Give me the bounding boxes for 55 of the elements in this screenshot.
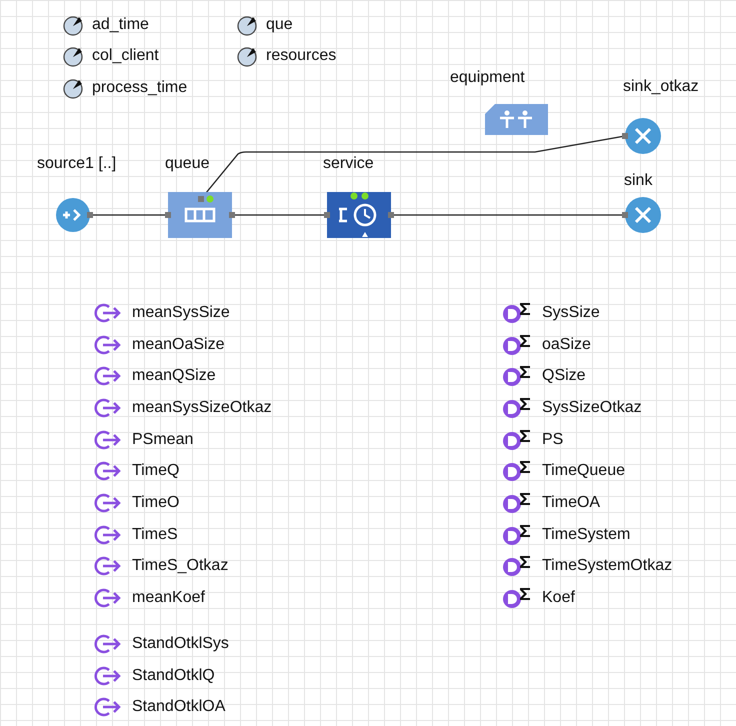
function-name: TimeO <box>132 494 180 512</box>
function-name: TimeS_Otkaz <box>132 557 228 576</box>
function-name: meanKoef <box>132 589 205 608</box>
function-name: meanSysSize <box>132 304 230 322</box>
dataset-name: Koef <box>542 589 575 608</box>
dataset-icon <box>502 524 532 546</box>
parameter-icon <box>62 45 84 67</box>
parameter-name: process_time <box>92 79 188 97</box>
dataset-name: SysSize <box>542 304 600 322</box>
block-label: sink_otkaz <box>623 78 699 96</box>
function-name: TimeS <box>132 526 178 544</box>
parameter-name: que <box>266 16 293 34</box>
parameter-icon <box>62 14 84 36</box>
function-name: StandOtklOA <box>132 698 226 716</box>
dataset-name: SysSizeOtkaz <box>542 398 642 417</box>
parameter-icon <box>62 77 84 99</box>
sink-block[interactable] <box>622 197 661 233</box>
dataset-name: QSize <box>542 367 586 386</box>
dataset-name: TimeQueue <box>542 462 625 480</box>
parameter-icon <box>236 45 258 67</box>
function-name: TimeQ <box>132 462 180 480</box>
dataset-icon <box>502 365 532 388</box>
function-name: meanSysSizeOtkaz <box>132 398 272 417</box>
service-block[interactable] <box>324 192 394 238</box>
dataset-icon <box>502 334 532 356</box>
dataset-name: oaSize <box>542 336 591 354</box>
function-name: meanQSize <box>132 367 216 386</box>
resource-pool-block[interactable] <box>485 104 548 135</box>
function-name: PSmean <box>132 430 194 449</box>
dataset-name: PS <box>542 430 564 449</box>
block-label: equipment <box>450 69 525 87</box>
dataset-name: TimeSystemOtkaz <box>542 557 672 576</box>
block-label: service <box>323 155 374 173</box>
function-name: StandOtklQ <box>132 666 215 685</box>
dataset-icon <box>502 396 532 419</box>
dataset-icon <box>502 428 532 451</box>
dataset-name: TimeSystem <box>542 526 630 544</box>
dataset-icon <box>502 587 532 610</box>
block-label: sink <box>624 172 652 190</box>
source-block[interactable] <box>56 198 93 232</box>
dataset-icon <box>502 460 532 482</box>
parameter-name: col_client <box>92 47 159 65</box>
dataset-icon <box>502 555 532 578</box>
dataset-icon <box>502 492 532 514</box>
dataset-icon <box>502 302 532 324</box>
queue-block[interactable] <box>165 192 235 238</box>
parameter-icon <box>236 14 258 36</box>
block-label: source1 [..] <box>37 155 116 173</box>
parameter-name: resources <box>266 47 336 65</box>
function-name: meanOaSize <box>132 336 224 354</box>
function-name: StandOtklSys <box>132 634 229 653</box>
block-label: queue <box>165 155 210 173</box>
sink-block[interactable] <box>622 118 661 154</box>
dataset-name: TimeOA <box>542 494 600 512</box>
parameter-name: ad_time <box>92 16 149 34</box>
